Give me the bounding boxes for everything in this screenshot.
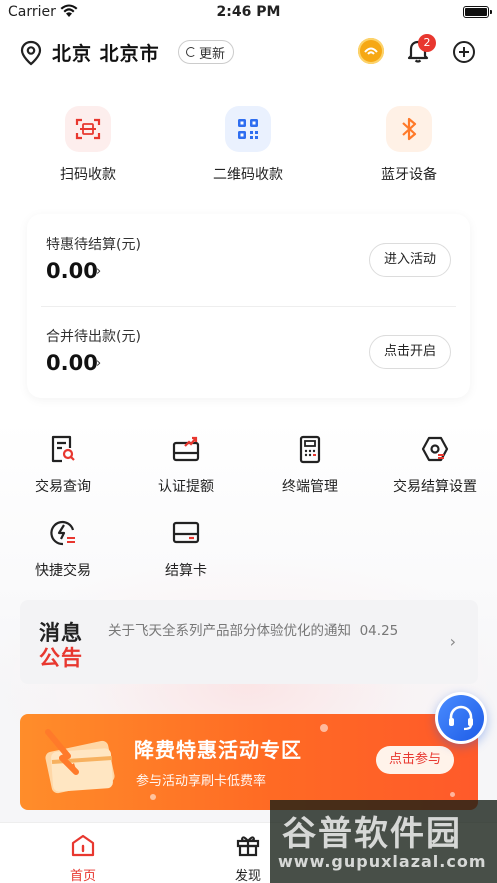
- refresh-icon: [186, 47, 196, 57]
- enter-activity-button[interactable]: 进入活动: [369, 243, 451, 277]
- qrcode-icon: [225, 106, 271, 152]
- feature-label: 交易结算设置: [393, 479, 477, 495]
- discount-card-illustration: [42, 726, 122, 802]
- bluetooth-icon: [386, 106, 432, 152]
- merged-payout-title: 合并待出款(元): [46, 329, 141, 345]
- card-icon: [171, 518, 201, 548]
- refresh-location-button[interactable]: 更新: [178, 40, 235, 64]
- headset-icon: [438, 695, 484, 741]
- quick-action-qrcode[interactable]: 二维码收款: [188, 106, 308, 184]
- promo-title: 降费特惠活动专区: [134, 738, 302, 762]
- quick-action-scan[interactable]: 扫码收款: [28, 106, 148, 184]
- battery-icon: [463, 6, 492, 18]
- city-label[interactable]: 北京 北京市: [52, 39, 160, 66]
- merged-payout-row[interactable]: 合并待出款(元) 0.00 › 点击开启: [46, 326, 451, 386]
- feature-label: 结算卡: [165, 563, 207, 579]
- watermark: 谷普软件园 www.gupuxlazal.com: [270, 800, 497, 883]
- announcement-logo-bottom: 公告: [39, 646, 83, 670]
- settle-settings-icon: [420, 434, 450, 464]
- decor-dot: [450, 792, 455, 797]
- announcement-bar[interactable]: 消息 公告 关于飞天全系列产品部分体验优化的通知 04.25 ›: [20, 600, 478, 684]
- quick-action-bluetooth[interactable]: 蓝牙设备: [349, 106, 469, 184]
- gift-icon: [235, 836, 261, 861]
- divider: [41, 306, 456, 307]
- feature-label: 交易查询: [35, 479, 91, 495]
- merged-payout-amount: 0.00: [46, 351, 98, 375]
- special-settlement-amount: 0.00: [46, 259, 98, 283]
- limit-up-icon: [171, 434, 201, 464]
- receipt-search-icon: [48, 434, 78, 464]
- watermark-brand: 谷普软件园: [282, 814, 462, 854]
- home-icon: [70, 834, 96, 861]
- status-bar: Carrier 2:46 PM: [0, 0, 497, 26]
- quick-action-label: 二维码收款: [213, 167, 283, 183]
- coin-icon[interactable]: [358, 38, 384, 64]
- quick-action-label: 蓝牙设备: [381, 167, 437, 183]
- scan-icon: [65, 106, 111, 152]
- quick-trade-icon: [48, 518, 78, 548]
- promo-banner[interactable]: 降费特惠活动专区 参与活动享刷卡低费率 点击参与: [20, 714, 478, 810]
- feature-label: 快捷交易: [35, 563, 91, 579]
- tab-label: 首页: [69, 869, 96, 883]
- feature-settlement-card[interactable]: 结算卡: [131, 518, 241, 580]
- pending-balance-card: 特惠待结算(元) 0.00 › 进入活动 合并待出款(元) 0.00 › 点击开…: [27, 214, 470, 398]
- announcement-title: 关于飞天全系列产品部分体验优化的通知: [108, 623, 351, 639]
- special-settlement-row[interactable]: 特惠待结算(元) 0.00 › 进入活动: [46, 234, 451, 294]
- chevron-right-icon: ›: [449, 632, 456, 651]
- announcement-date: 04.25: [359, 623, 399, 639]
- decor-dot: [150, 794, 156, 800]
- feature-transaction-query[interactable]: 交易查询: [8, 434, 118, 496]
- feature-terminal-management[interactable]: 终端管理: [255, 434, 365, 496]
- chevron-right-icon: ›: [96, 356, 102, 371]
- location-pin-icon[interactable]: [20, 40, 42, 70]
- top-header: 北京 北京市 更新 2: [0, 34, 497, 70]
- feature-label: 认证提额: [158, 479, 214, 495]
- promo-subtitle: 参与活动享刷卡低费率: [136, 774, 267, 789]
- tab-home[interactable]: 首页: [43, 833, 123, 883]
- join-promo-button[interactable]: 点击参与: [376, 746, 454, 774]
- decor-dot: [320, 724, 328, 732]
- feature-limit-increase[interactable]: 认证提额: [131, 434, 241, 496]
- feature-quick-trade[interactable]: 快捷交易: [8, 518, 118, 580]
- special-settlement-title: 特惠待结算(元): [46, 237, 141, 253]
- refresh-label: 更新: [199, 46, 226, 62]
- clock: 2:46 PM: [216, 4, 281, 20]
- add-icon[interactable]: [452, 40, 476, 68]
- terminal-icon: [295, 434, 325, 464]
- customer-service-button[interactable]: [435, 692, 487, 744]
- feature-settlement-settings[interactable]: 交易结算设置: [380, 434, 490, 496]
- enable-button[interactable]: 点击开启: [369, 335, 451, 369]
- notification-badge: 2: [418, 34, 436, 52]
- feature-label: 终端管理: [282, 479, 338, 495]
- watermark-url: www.gupuxlazal.com: [278, 852, 487, 871]
- chevron-right-icon: ›: [96, 264, 102, 279]
- announcement-text: 关于飞天全系列产品部分体验优化的通知 04.25: [108, 619, 398, 639]
- quick-action-label: 扫码收款: [60, 167, 116, 183]
